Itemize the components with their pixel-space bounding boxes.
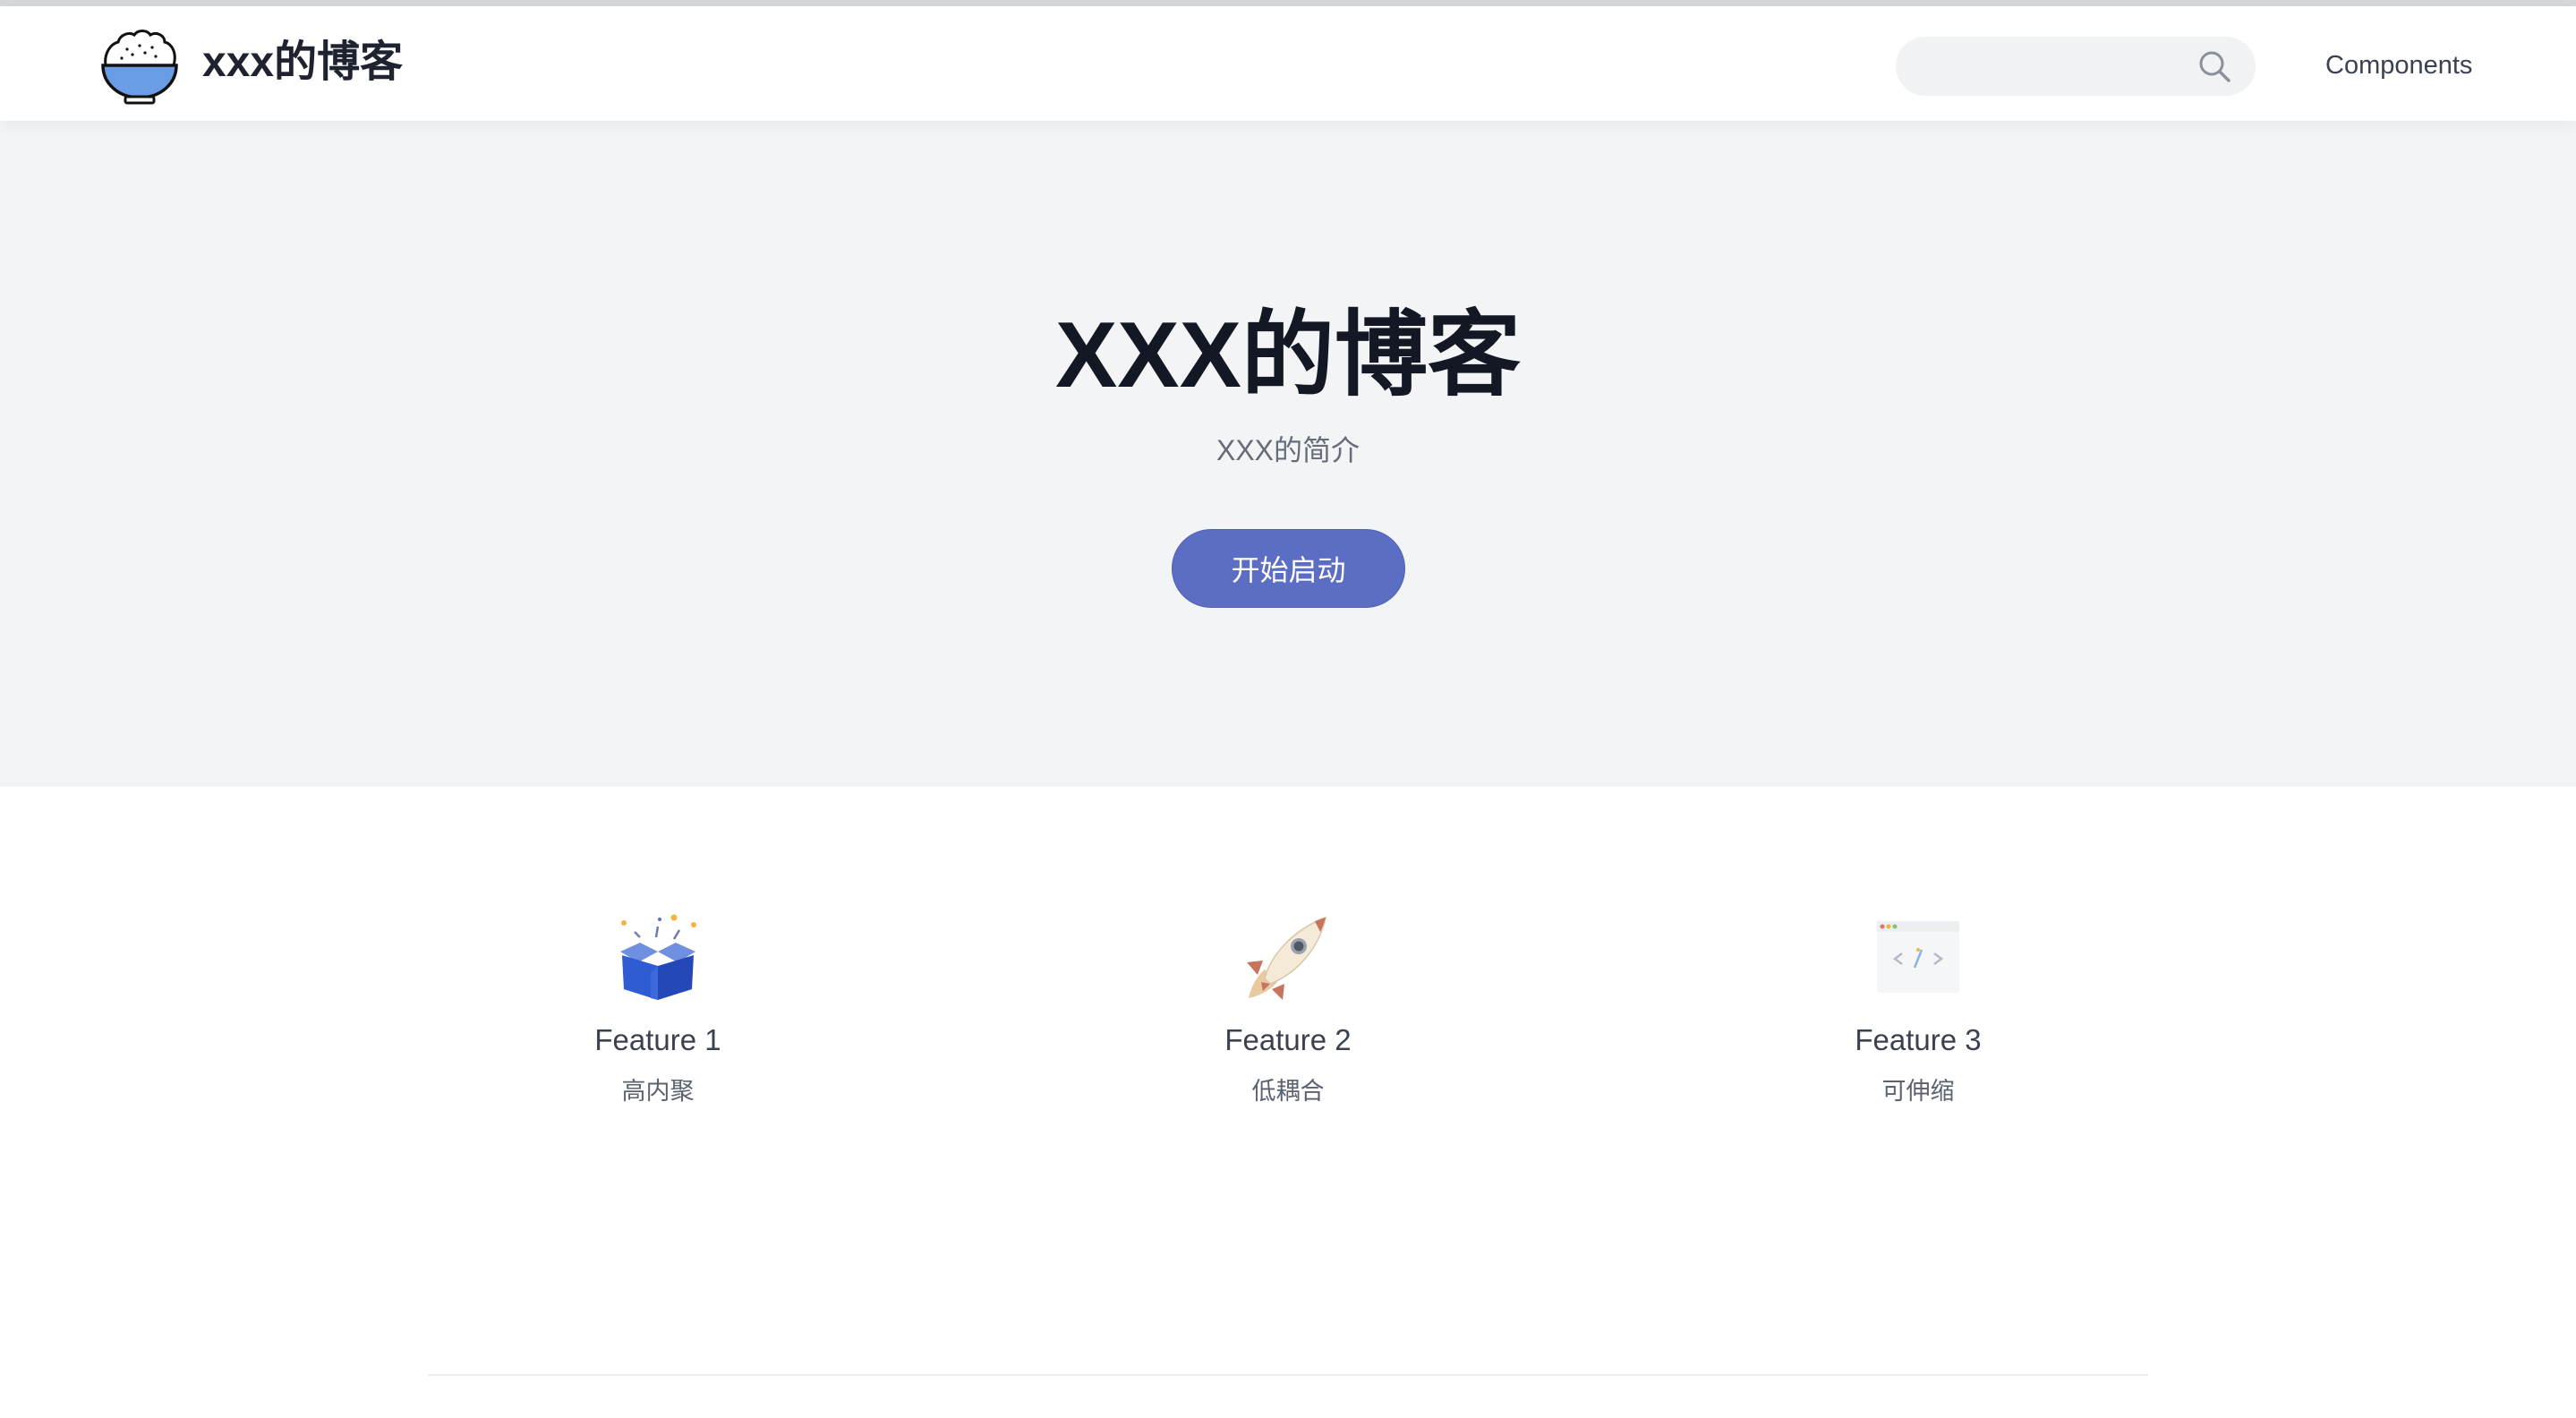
feature-description: 低耦合 [1251, 1077, 1325, 1105]
feature-description: 可伸缩 [1881, 1077, 1955, 1105]
hero-description: XXX的简介 [1215, 434, 1361, 466]
feature-item: Feature 3 可伸缩 [1739, 912, 2097, 1107]
feature-title: Feature 1 [594, 1023, 721, 1056]
top-border [0, 0, 2576, 6]
hero-section: XXX的博客 XXX的简介 开始启动 [0, 121, 2576, 787]
nav-link-components[interactable]: Components [2325, 49, 2472, 83]
hero-title: XXX的博客 [1054, 303, 1522, 407]
rocket-icon [1247, 916, 1327, 1000]
feature-item: Feature 1 高内聚 [479, 912, 837, 1107]
feature-title: Feature 2 [1224, 1023, 1352, 1056]
site-name[interactable]: xxx的博客 [202, 37, 403, 89]
rice-bowl-logo-icon[interactable] [100, 26, 179, 107]
feature-title: Feature 3 [1855, 1023, 1982, 1056]
search-icon[interactable] [2196, 48, 2232, 84]
code-window-icon [1877, 921, 1959, 993]
footer-divider [428, 1374, 2148, 1376]
get-started-button[interactable]: 开始启动 [1172, 529, 1405, 608]
navbar: xxx的博客 Components [0, 6, 2576, 121]
feature-description: 高内聚 [621, 1077, 695, 1105]
features-section: Feature 1 高内聚 Feature 2 低耦合 Feature 3 可伸… [0, 787, 2576, 1418]
feature-item: Feature 2 低耦合 [1109, 912, 1467, 1107]
open-box-icon [620, 914, 696, 1000]
